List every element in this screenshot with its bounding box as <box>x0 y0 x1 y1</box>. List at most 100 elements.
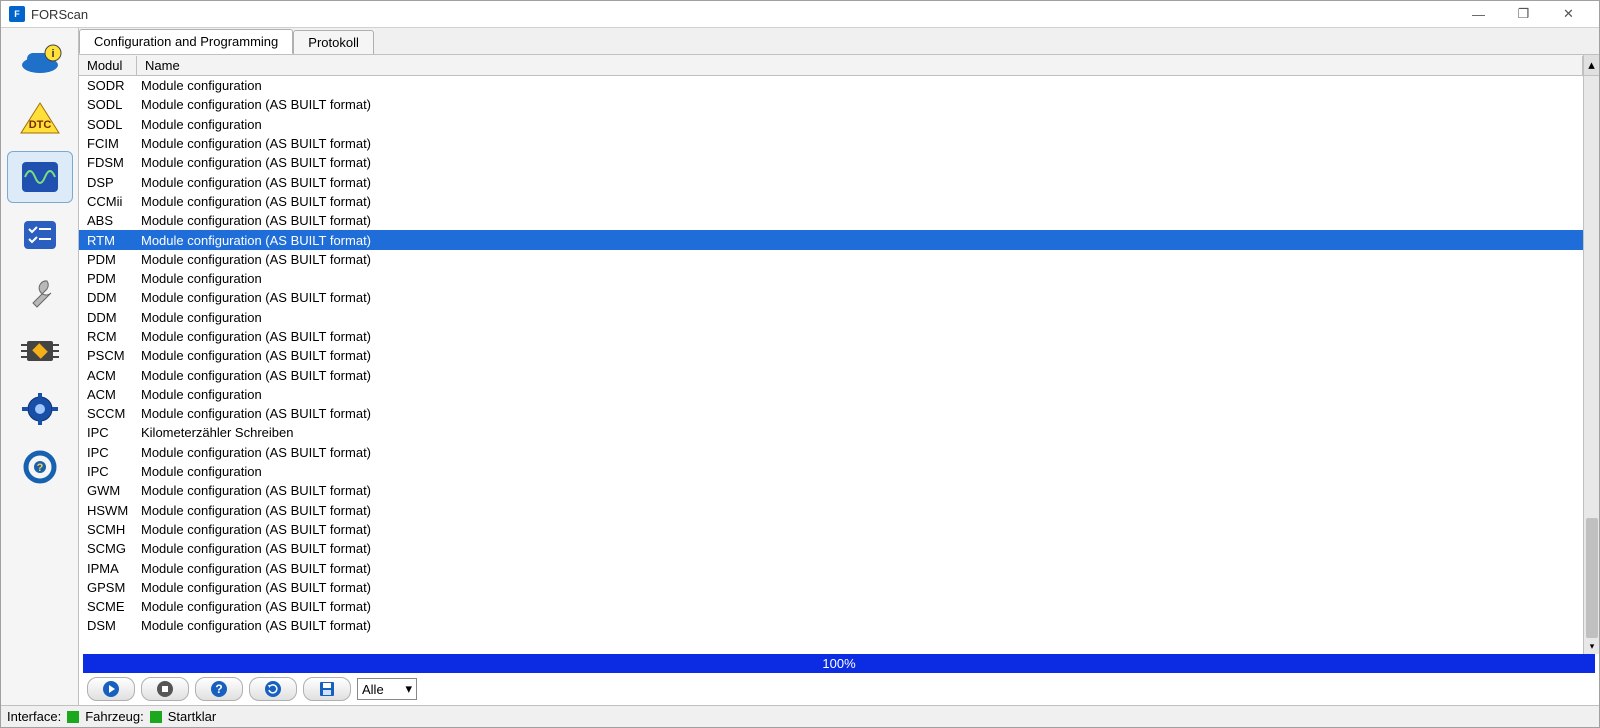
tab-label: Configuration and Programming <box>94 34 278 49</box>
info-button[interactable]: ? <box>195 677 243 701</box>
table-row[interactable]: DDMModule configuration (AS BUILT format… <box>79 288 1583 307</box>
play-icon <box>102 680 120 698</box>
maximize-button[interactable]: ❐ <box>1501 3 1546 25</box>
scroll-down-button[interactable]: ▾ <box>1584 638 1599 654</box>
progress-bar: 100% <box>83 654 1595 673</box>
table-row[interactable]: IPCKilometerzähler Schreiben <box>79 423 1583 442</box>
table-row[interactable]: SCMHModule configuration (AS BUILT forma… <box>79 520 1583 539</box>
tab-protokoll[interactable]: Protokoll <box>293 30 374 54</box>
table-row[interactable]: DSMModule configuration (AS BUILT format… <box>79 616 1583 635</box>
column-name[interactable]: Name <box>137 56 1583 75</box>
cell-modul: IPC <box>79 445 137 460</box>
ready-label: Startklar <box>168 709 216 724</box>
filter-select[interactable]: Alle ▾ <box>357 678 417 700</box>
cell-modul: RCM <box>79 329 137 344</box>
svg-text:DTC: DTC <box>28 119 51 131</box>
cell-name: Module configuration (AS BUILT format) <box>137 194 1583 209</box>
cell-name: Module configuration <box>137 271 1583 286</box>
table-row[interactable]: SODRModule configuration <box>79 76 1583 95</box>
table-row[interactable]: DDMModule configuration <box>79 308 1583 327</box>
bottom-toolbar: ? Alle ▾ <box>79 675 1599 705</box>
cell-name: Module configuration (AS BUILT format) <box>137 541 1583 556</box>
table-row[interactable]: ACMModule configuration <box>79 385 1583 404</box>
gear-icon <box>17 389 63 429</box>
minimize-button[interactable]: — <box>1456 3 1501 25</box>
tab-bar: Configuration and Programming Protokoll <box>79 28 1599 54</box>
module-table: SODRModule configurationSODLModule confi… <box>79 76 1583 654</box>
sidebar-gear[interactable] <box>7 383 73 435</box>
table-row[interactable]: PDMModule configuration (AS BUILT format… <box>79 250 1583 269</box>
cell-name: Module configuration (AS BUILT format) <box>137 445 1583 460</box>
window-title: FORScan <box>31 7 1456 22</box>
table-row[interactable]: ACMModule configuration (AS BUILT format… <box>79 365 1583 384</box>
progress-text: 100% <box>822 656 855 671</box>
cell-name: Module configuration (AS BUILT format) <box>137 406 1583 421</box>
sidebar-oscilloscope[interactable] <box>7 151 73 203</box>
cell-name: Module configuration (AS BUILT format) <box>137 561 1583 576</box>
table-row[interactable]: PSCMModule configuration (AS BUILT forma… <box>79 346 1583 365</box>
cell-modul: DDM <box>79 290 137 305</box>
app-icon: F <box>9 6 25 22</box>
filter-value: Alle <box>362 682 384 697</box>
table-row[interactable]: PDMModule configuration <box>79 269 1583 288</box>
cell-modul: SODL <box>79 97 137 112</box>
scrollbar-thumb[interactable] <box>1586 518 1598 638</box>
cell-modul: IPMA <box>79 561 137 576</box>
table-row[interactable]: GWMModule configuration (AS BUILT format… <box>79 481 1583 500</box>
table-row[interactable]: FCIMModule configuration (AS BUILT forma… <box>79 134 1583 153</box>
cell-modul: ABS <box>79 213 137 228</box>
reset-button[interactable] <box>249 677 297 701</box>
table-row[interactable]: SCMGModule configuration (AS BUILT forma… <box>79 539 1583 558</box>
scroll-up-button[interactable]: ▴ <box>1583 55 1599 75</box>
cell-name: Module configuration (AS BUILT format) <box>137 618 1583 633</box>
cell-modul: GWM <box>79 483 137 498</box>
cell-modul: HSWM <box>79 503 137 518</box>
table-row[interactable]: RCMModule configuration (AS BUILT format… <box>79 327 1583 346</box>
table-row[interactable]: SCCMModule configuration (AS BUILT forma… <box>79 404 1583 423</box>
tab-config-programming[interactable]: Configuration and Programming <box>79 29 293 54</box>
status-bar: Interface: Fahrzeug: Startklar <box>1 705 1599 727</box>
table-row[interactable]: CCMiiModule configuration (AS BUILT form… <box>79 192 1583 211</box>
cell-modul: PSCM <box>79 348 137 363</box>
cell-modul: SODR <box>79 78 137 93</box>
wrench-icon <box>17 273 63 313</box>
table-row[interactable]: SODLModule configuration <box>79 115 1583 134</box>
cell-modul: SCCM <box>79 406 137 421</box>
play-button[interactable] <box>87 677 135 701</box>
sidebar-chip[interactable] <box>7 325 73 377</box>
cell-modul: ACM <box>79 387 137 402</box>
table-row[interactable]: FDSMModule configuration (AS BUILT forma… <box>79 153 1583 172</box>
vehicle-info-icon: i <box>17 43 63 79</box>
cell-modul: DDM <box>79 310 137 325</box>
save-button[interactable] <box>303 677 351 701</box>
stop-button[interactable] <box>141 677 189 701</box>
table-row[interactable]: RTMModule configuration (AS BUILT format… <box>79 230 1583 249</box>
stop-icon <box>156 680 174 698</box>
cell-name: Module configuration (AS BUILT format) <box>137 522 1583 537</box>
sidebar-help[interactable]: ? <box>7 441 73 493</box>
cell-name: Module configuration (AS BUILT format) <box>137 580 1583 595</box>
sidebar-dtc[interactable]: DTC <box>7 93 73 145</box>
sidebar-wrench[interactable] <box>7 267 73 319</box>
close-button[interactable]: ✕ <box>1546 3 1591 25</box>
table-row[interactable]: IPCModule configuration <box>79 462 1583 481</box>
table-row[interactable]: SODLModule configuration (AS BUILT forma… <box>79 95 1583 114</box>
table-row[interactable]: SCMEModule configuration (AS BUILT forma… <box>79 597 1583 616</box>
table-row[interactable]: GPSMModule configuration (AS BUILT forma… <box>79 578 1583 597</box>
vertical-scrollbar[interactable]: ▾ <box>1583 76 1599 654</box>
cell-name: Module configuration (AS BUILT format) <box>137 290 1583 305</box>
cell-modul: DSM <box>79 618 137 633</box>
table-row[interactable]: IPCModule configuration (AS BUILT format… <box>79 443 1583 462</box>
table-row[interactable]: IPMAModule configuration (AS BUILT forma… <box>79 558 1583 577</box>
column-modul[interactable]: Modul <box>79 56 137 75</box>
table-row[interactable]: DSPModule configuration (AS BUILT format… <box>79 172 1583 191</box>
checklist-icon <box>17 215 63 255</box>
table-row[interactable]: HSWMModule configuration (AS BUILT forma… <box>79 501 1583 520</box>
cell-name: Module configuration (AS BUILT format) <box>137 503 1583 518</box>
table-row[interactable]: ABSModule configuration (AS BUILT format… <box>79 211 1583 230</box>
sidebar-checklist[interactable] <box>7 209 73 261</box>
sidebar-vehicle-info[interactable]: i <box>7 35 73 87</box>
interface-label: Interface: <box>7 709 61 724</box>
cell-name: Module configuration (AS BUILT format) <box>137 348 1583 363</box>
svg-text:i: i <box>51 48 54 60</box>
